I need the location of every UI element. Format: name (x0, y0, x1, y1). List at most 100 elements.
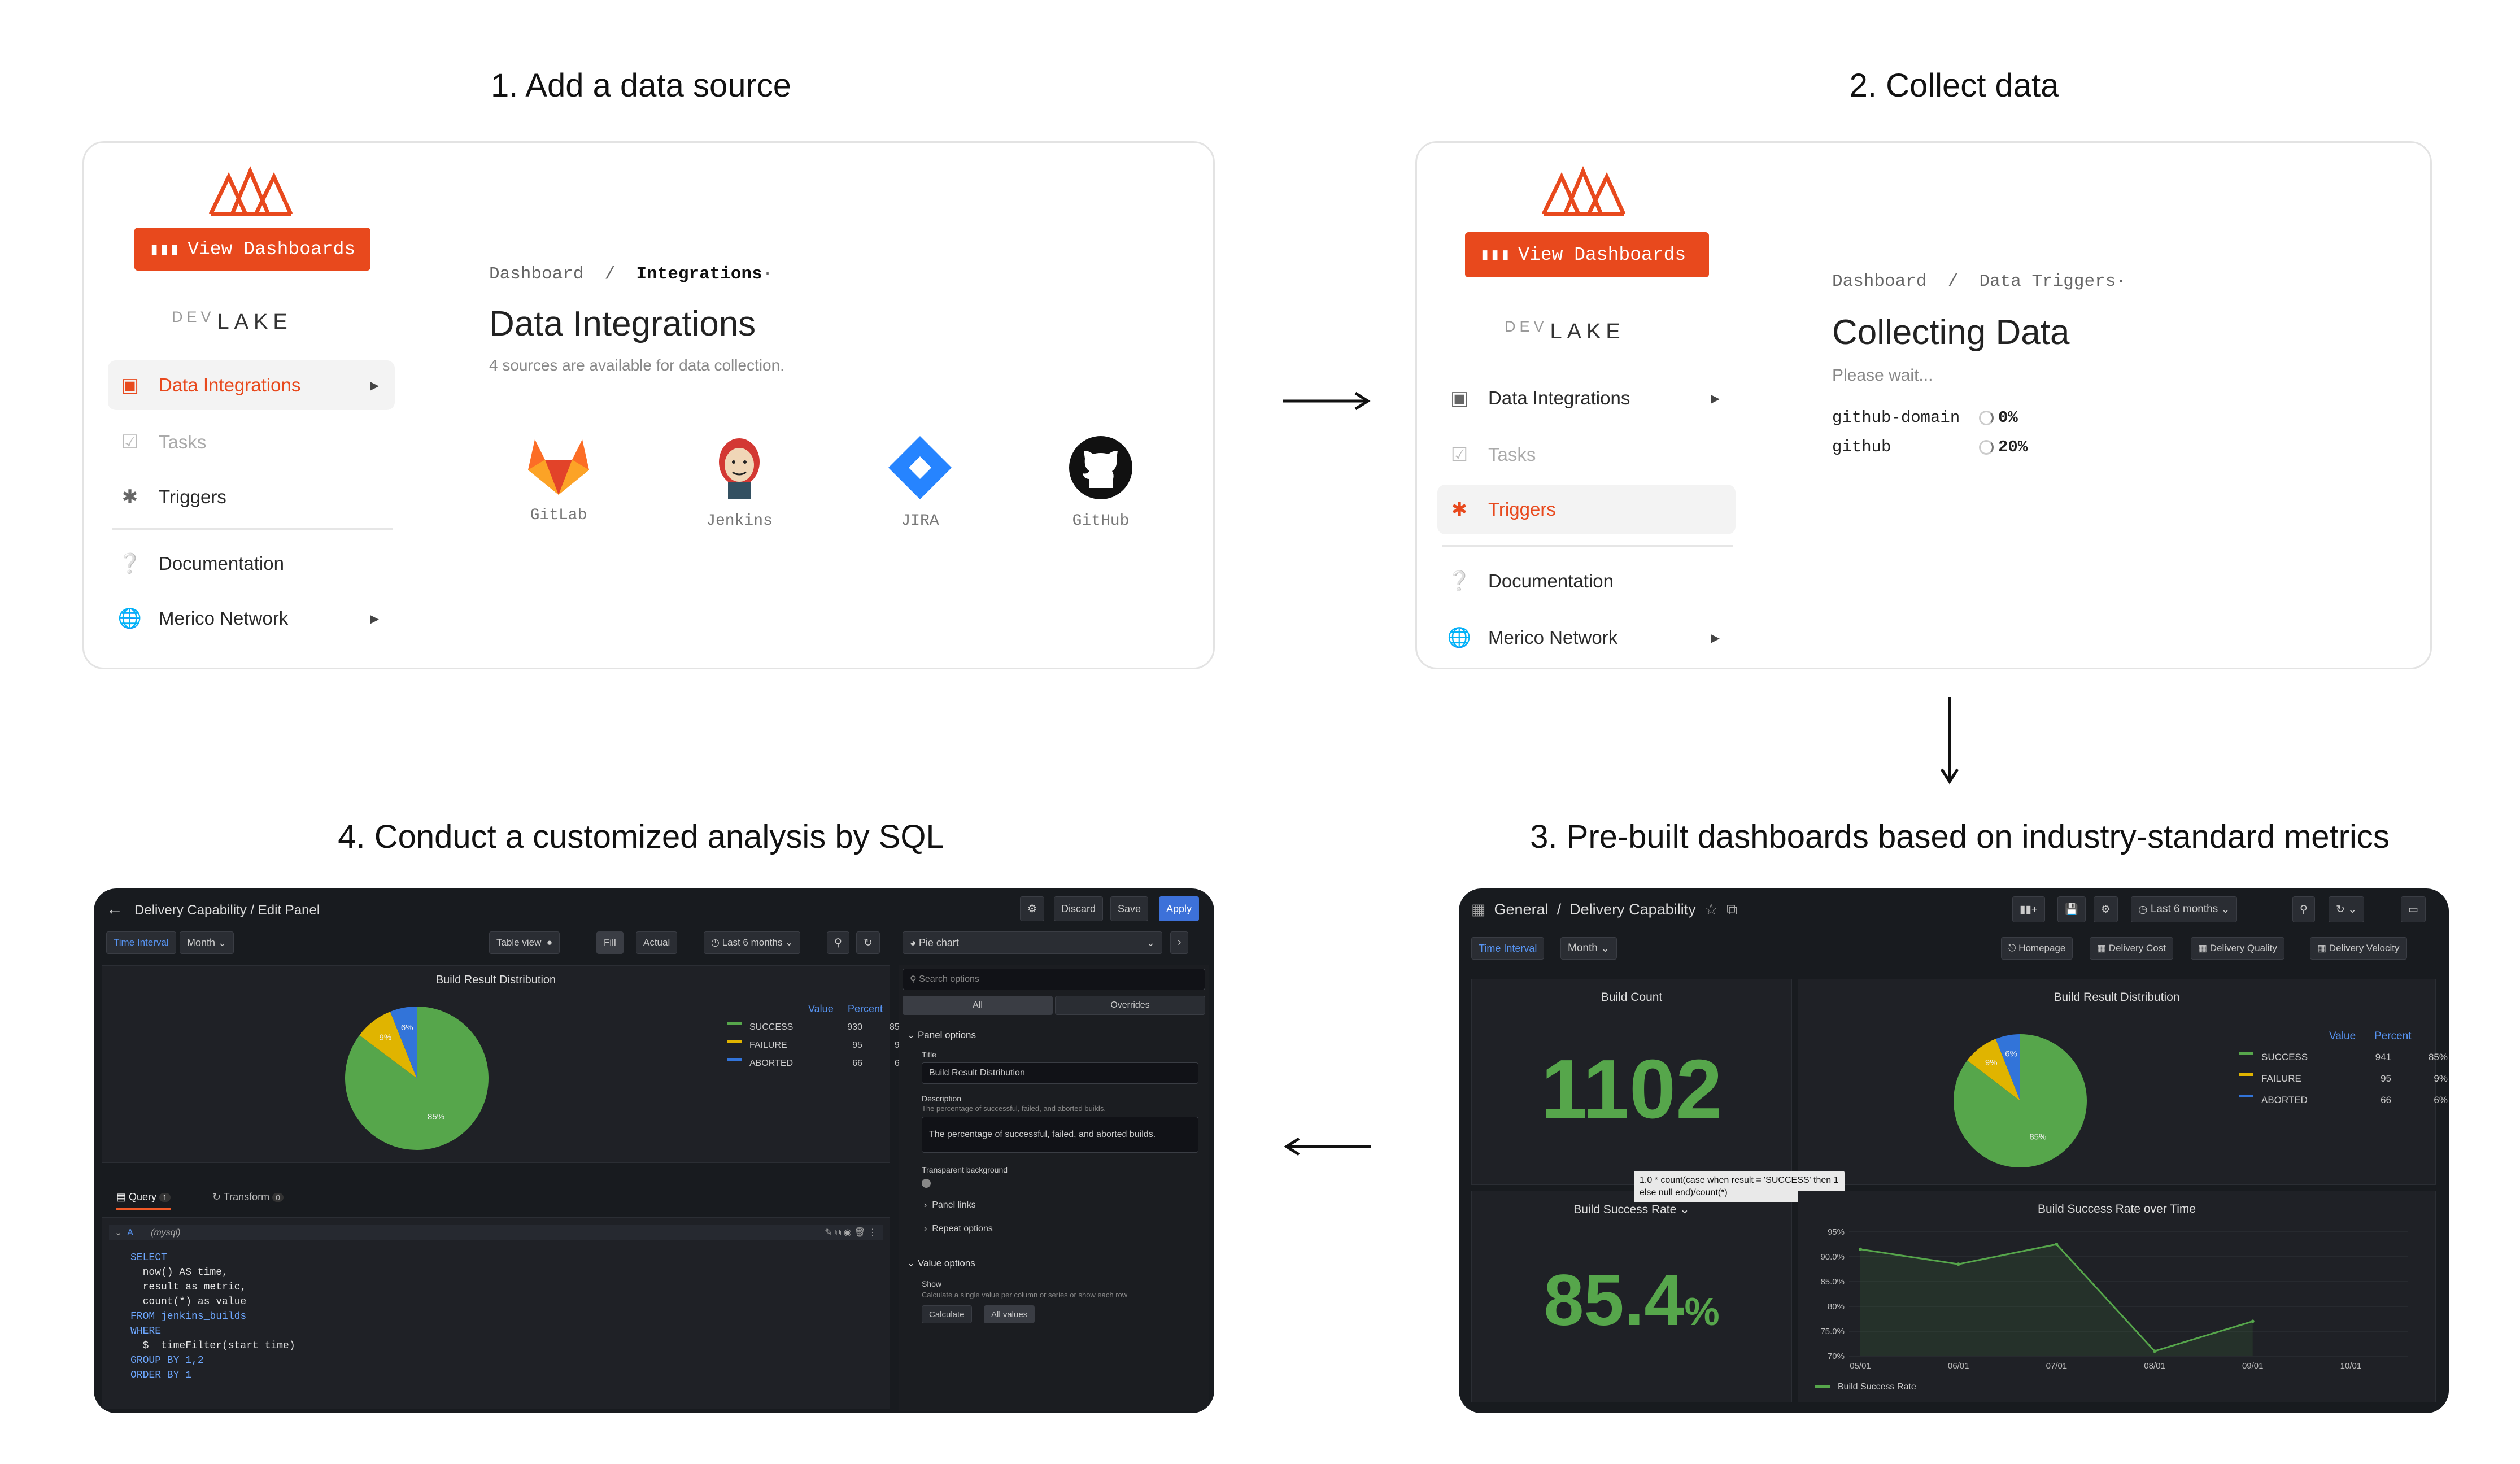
apply-button[interactable]: Apply (1159, 896, 1200, 921)
github-icon (1069, 436, 1132, 499)
success-rate-over-time-panel[interactable]: Build Success Rate over Time 95% 90.0% 85.… (1798, 1191, 2436, 1402)
breadcrumb: Dashboard / Integrations· (489, 264, 773, 284)
sql-line: WHERE (130, 1326, 162, 1337)
share-icon[interactable]: ⧉ (1726, 901, 1737, 918)
zoom-out-icon[interactable]: ⚲ (2292, 896, 2315, 922)
value-options-section[interactable]: ⌄ Value options (907, 1258, 975, 1269)
view-dashboards-button[interactable]: ▮▮▮ View Dashboards (1465, 232, 1709, 277)
show-label: Show (922, 1279, 942, 1288)
x-tick-label: 07/01 (2046, 1361, 2068, 1371)
refresh-icon[interactable]: ↻ (856, 931, 880, 954)
link-delivery-quality[interactable]: ▦ Delivery Quality (2191, 937, 2284, 960)
time-range-picker[interactable]: ◷ Last 6 months ⌄ (704, 931, 801, 954)
legend-row-success: SUCCESS 941 85% (2239, 1052, 2448, 1063)
asterisk-icon: ✱ (121, 486, 138, 508)
sidebar-item-label: Tasks (1488, 444, 1536, 465)
tab-all[interactable]: All (903, 996, 1053, 1015)
source-jira[interactable]: JIRA (864, 434, 976, 530)
table-view-toggle[interactable]: Table view ● (489, 931, 560, 954)
arrow-left-icon (1284, 1137, 1371, 1156)
transparent-toggle[interactable] (922, 1179, 931, 1188)
source-jenkins[interactable]: Jenkins (683, 434, 796, 530)
sidebar-item-data-integrations[interactable]: ▣ Data Integrations ▶ (1437, 373, 1736, 423)
pie-label: 9% (1985, 1058, 1998, 1068)
build-count-value: 1102 (1541, 1043, 1723, 1136)
page-title: Collecting Data (1832, 313, 2070, 352)
panel-links-section[interactable]: › Panel links (924, 1200, 976, 1210)
description-input[interactable]: The percentage of successful, failed, an… (922, 1117, 1198, 1153)
panel-options-section[interactable]: ⌄ Panel options (907, 1030, 976, 1041)
y-tick-label: 95% (1828, 1227, 1845, 1237)
sql-line: count(*) as value (130, 1296, 247, 1308)
source-label: GitHub (1072, 512, 1130, 530)
source-github[interactable]: GitHub (1044, 434, 1157, 530)
sidebar-item-triggers[interactable]: ✱ Triggers (1437, 485, 1736, 534)
y-tick-label: 85.0% (1820, 1277, 1845, 1287)
sidebar-item-triggers[interactable]: ✱ Triggers (108, 472, 395, 522)
back-arrow-icon[interactable]: ← (106, 900, 123, 918)
sidebar-item-label: Data Integrations (159, 374, 301, 395)
link-delivery-cost[interactable]: ▦ Delivery Cost (2090, 937, 2173, 960)
source-label: JIRA (901, 512, 939, 530)
link-delivery-velocity[interactable]: ▦ Delivery Velocity (2310, 937, 2407, 960)
build-count-panel[interactable]: Build Count 1102 (1471, 979, 1792, 1185)
refresh-icon[interactable]: ↻ ⌄ (2329, 896, 2365, 922)
tab-query[interactable]: ▤ Query 1 (116, 1191, 171, 1210)
sidebar-item-merico-network[interactable]: 🌐 Merico Network ▶ (1437, 613, 1736, 663)
save-icon[interactable]: 💾 (2057, 896, 2086, 922)
sidebar-item-merico-network[interactable]: 🌐 Merico Network ▶ (108, 594, 395, 643)
globe-icon: 🌐 (1447, 627, 1472, 648)
add-panel-button[interactable]: ▮▮+ (2012, 896, 2046, 922)
visualization-picker[interactable]: ◕ Pie chart ⌄ (903, 931, 1162, 954)
gitlab-icon (528, 439, 589, 495)
source-gitlab[interactable]: GitLab (502, 434, 615, 524)
collapse-options-icon[interactable]: › (1170, 931, 1189, 954)
sql-line: FROM jenkins_builds (130, 1311, 247, 1322)
settings-gear-icon[interactable]: ⚙ (1020, 896, 1045, 921)
sidebar-item-tasks[interactable]: ☑ Tasks (108, 417, 395, 467)
percent-header: Percent (848, 1003, 883, 1014)
save-button[interactable]: Save (1110, 896, 1149, 921)
query-editor[interactable]: ⌄ A (mysql) ✎ ⧉ ◉ 🗑 ⋮ SELECT now() AS tim… (102, 1217, 890, 1409)
breadcrumb-general[interactable]: General (1494, 901, 1549, 918)
tab-transform[interactable]: ↻ Transform 0 (212, 1191, 284, 1203)
time-interval-select[interactable]: Month ⌄ (1560, 937, 1617, 960)
breadcrumb-dashboard[interactable]: Dashboard (1832, 272, 1926, 291)
build-result-distribution-panel[interactable]: Build Result Distribution 85% 9% 6% Value … (1798, 979, 2448, 1185)
sidebar-item-tasks[interactable]: ☑ Tasks (1437, 430, 1736, 480)
sidebar-item-label: Merico Network (159, 608, 289, 629)
view-dashboards-button[interactable]: ▮▮▮ View Dashboards (134, 228, 370, 271)
build-success-rate-panel[interactable]: Build Success Rate ⌄ 85.4% (1471, 1191, 1792, 1402)
calculate-button[interactable]: Calculate (922, 1305, 972, 1323)
search-options-input[interactable]: ⚲ Search options (903, 969, 1205, 990)
breadcrumb-dashboard[interactable]: Dashboard (489, 264, 583, 284)
sidebar-item-documentation[interactable]: ❔ Documentation (1437, 556, 1736, 606)
repeat-options-section[interactable]: › Repeat options (924, 1224, 993, 1234)
discard-button[interactable]: Discard (1054, 896, 1104, 921)
title-input[interactable]: Build Result Distribution (922, 1062, 1198, 1084)
devlake-wordmark: DEV LAKE (1505, 318, 1625, 343)
tv-mode-icon[interactable]: ▭ (2401, 896, 2426, 922)
query-row-header: ⌄ A (mysql) ✎ ⧉ ◉ 🗑 ⋮ (109, 1225, 883, 1240)
zoom-out-icon[interactable]: ⚲ (827, 931, 849, 954)
data-point (2055, 1243, 2059, 1246)
link-homepage[interactable]: ⎋ Homepage (2001, 937, 2073, 960)
integrations-icon: ▣ (120, 374, 139, 396)
job-progress: 0% (1998, 408, 2018, 427)
time-range-picker[interactable]: ◷ Last 6 months ⌄ (2131, 896, 2238, 922)
sql-code[interactable]: SELECT now() AS time, result as metric, … (130, 1250, 295, 1383)
time-interval-select[interactable]: Month ⌄ (180, 931, 234, 954)
bar-chart-icon: ▮▮▮ (149, 240, 180, 260)
settings-gear-icon[interactable]: ⚙ (2094, 896, 2118, 922)
actual-button[interactable]: Actual (636, 931, 678, 954)
breadcrumb-current: Data Triggers (1979, 272, 2116, 291)
sidebar-item-documentation[interactable]: ❔ Documentation (108, 539, 395, 589)
sql-line: $__timeFilter(start_time) (130, 1340, 295, 1352)
fill-button[interactable]: Fill (596, 931, 624, 954)
sidebar-item-data-integrations[interactable]: ▣ Data Integrations ▶ (108, 360, 395, 410)
help-circle-icon: ❔ (117, 553, 142, 574)
tab-overrides[interactable]: Overrides (1055, 996, 1205, 1015)
all-values-button[interactable]: All values (984, 1305, 1035, 1323)
grid-icon: ▦ (1471, 901, 1486, 918)
star-icon[interactable]: ☆ (1704, 901, 1718, 918)
